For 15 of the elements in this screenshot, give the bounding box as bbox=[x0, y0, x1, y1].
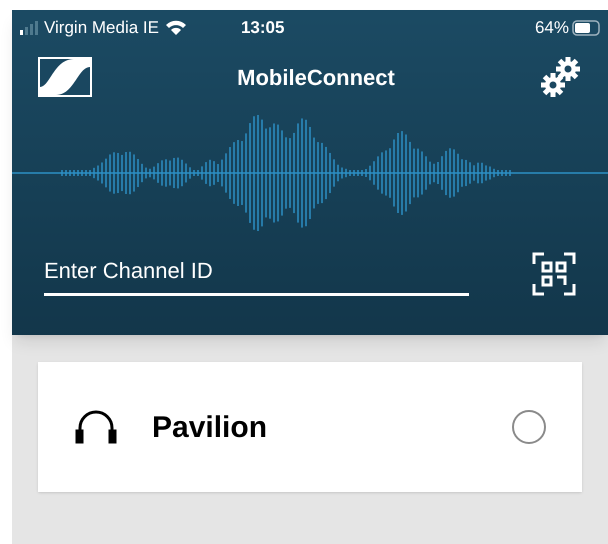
radio-button[interactable] bbox=[512, 410, 546, 444]
channel-id-field[interactable]: Enter Channel ID bbox=[44, 254, 469, 296]
clock-time: 13:05 bbox=[240, 17, 284, 40]
settings-icon[interactable] bbox=[540, 56, 582, 98]
battery-icon bbox=[572, 20, 600, 36]
channel-name: Pavilion bbox=[152, 410, 268, 446]
qr-code-icon[interactable] bbox=[532, 252, 576, 296]
logo-icon bbox=[38, 57, 92, 97]
headphones-icon bbox=[74, 410, 118, 444]
carrier-name: Virgin Media IE bbox=[44, 17, 159, 40]
wifi-icon bbox=[164, 20, 187, 36]
app-title: MobileConnect bbox=[236, 64, 396, 92]
battery-percent: 64% bbox=[534, 17, 569, 40]
signal-icon bbox=[20, 21, 40, 35]
channel-card[interactable]: Pavilion bbox=[38, 362, 582, 492]
